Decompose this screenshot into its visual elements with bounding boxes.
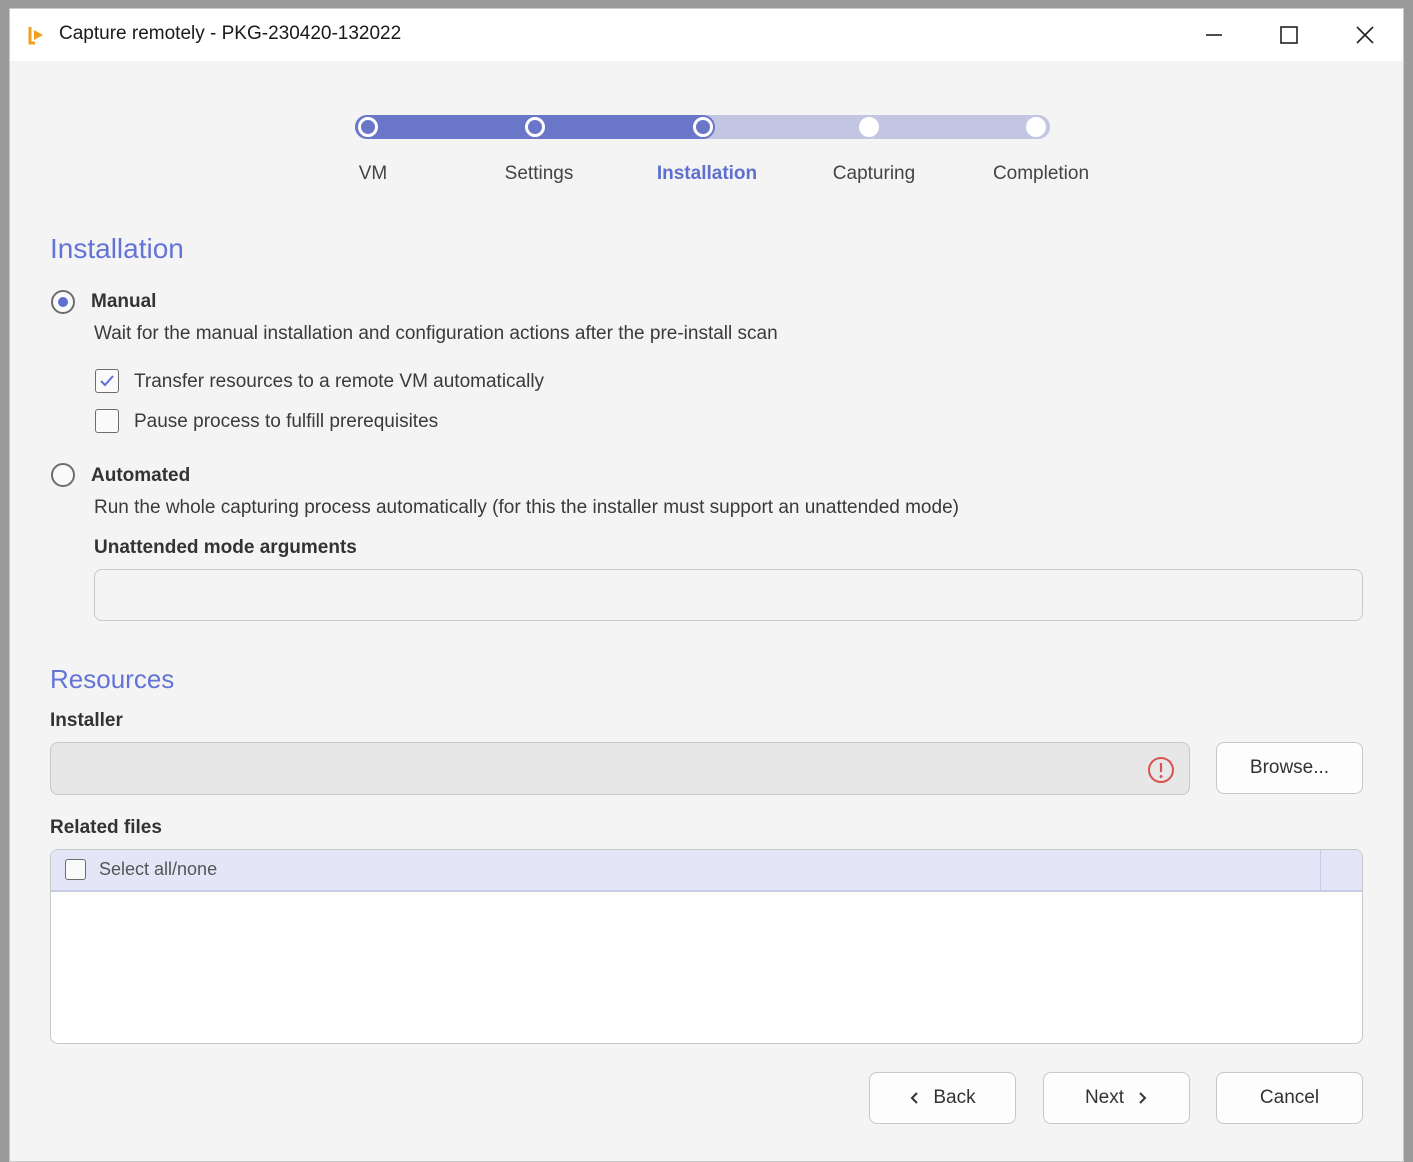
related-files-list[interactable]: Select all/none bbox=[50, 849, 1363, 1044]
maximize-button[interactable] bbox=[1255, 9, 1323, 61]
browse-button[interactable]: Browse... bbox=[1216, 742, 1363, 794]
title-bar: Capture remotely - PKG-230420-132022 bbox=[10, 9, 1403, 61]
automated-label: Automated bbox=[91, 465, 191, 486]
pause-process-checkbox[interactable] bbox=[95, 409, 119, 433]
warning-icon bbox=[1148, 757, 1174, 783]
browse-button-label: Browse... bbox=[1249, 757, 1330, 778]
step-dot-installation bbox=[693, 117, 713, 137]
step-dot-capturing bbox=[859, 117, 879, 137]
step-dot-vm bbox=[358, 117, 378, 137]
next-button[interactable]: Next bbox=[1043, 1072, 1190, 1124]
app-logo-icon bbox=[28, 27, 43, 45]
transfer-resources-label: Transfer resources to a remote VM automa… bbox=[134, 371, 545, 392]
step-label-completion: Completion bbox=[992, 163, 1090, 184]
unattended-args-label: Unattended mode arguments bbox=[94, 537, 357, 558]
minimize-button[interactable] bbox=[1180, 9, 1248, 61]
step-label-capturing: Capturing bbox=[832, 163, 916, 184]
related-files-label: Related files bbox=[50, 817, 162, 838]
close-icon bbox=[1356, 26, 1374, 44]
chevron-left-icon bbox=[910, 1092, 919, 1104]
back-button-label: Back bbox=[933, 1087, 976, 1108]
close-button[interactable] bbox=[1331, 9, 1399, 61]
automated-radio[interactable] bbox=[51, 463, 75, 487]
resources-heading: Resources bbox=[50, 664, 175, 694]
select-all-checkbox[interactable] bbox=[65, 859, 86, 880]
cancel-button-label: Cancel bbox=[1259, 1087, 1320, 1108]
related-files-header: Select all/none bbox=[51, 850, 1362, 892]
checkmark-icon bbox=[100, 375, 114, 387]
step-label-installation: Installation bbox=[656, 163, 758, 184]
transfer-resources-checkbox[interactable] bbox=[95, 369, 119, 393]
capture-remotely-dialog: Capture remotely - PKG-230420-132022 VM … bbox=[9, 8, 1404, 1162]
next-button-label: Next bbox=[1084, 1087, 1125, 1108]
window-title: Capture remotely - PKG-230420-132022 bbox=[59, 23, 402, 44]
manual-description: Wait for the manual installation and con… bbox=[94, 323, 778, 344]
minimize-icon bbox=[1206, 34, 1222, 36]
step-label-settings: Settings bbox=[504, 163, 574, 184]
manual-label: Manual bbox=[91, 291, 157, 312]
step-dot-completion bbox=[1026, 117, 1046, 137]
cancel-button[interactable]: Cancel bbox=[1216, 1072, 1363, 1124]
installer-label: Installer bbox=[50, 710, 123, 731]
maximize-icon bbox=[1280, 26, 1298, 44]
back-button[interactable]: Back bbox=[869, 1072, 1016, 1124]
pause-process-label: Pause process to fulfill prerequisites bbox=[134, 411, 439, 432]
header-divider bbox=[1320, 850, 1321, 890]
automated-description: Run the whole capturing process automati… bbox=[94, 497, 959, 518]
step-label-vm: VM bbox=[358, 163, 388, 184]
select-all-label: Select all/none bbox=[99, 859, 218, 879]
unattended-args-input[interactable] bbox=[94, 569, 1363, 621]
step-dot-settings bbox=[525, 117, 545, 137]
chevron-right-icon bbox=[1139, 1092, 1147, 1104]
installer-path-input[interactable] bbox=[50, 742, 1190, 795]
manual-radio[interactable] bbox=[51, 290, 75, 314]
installation-heading: Installation bbox=[50, 233, 184, 264]
